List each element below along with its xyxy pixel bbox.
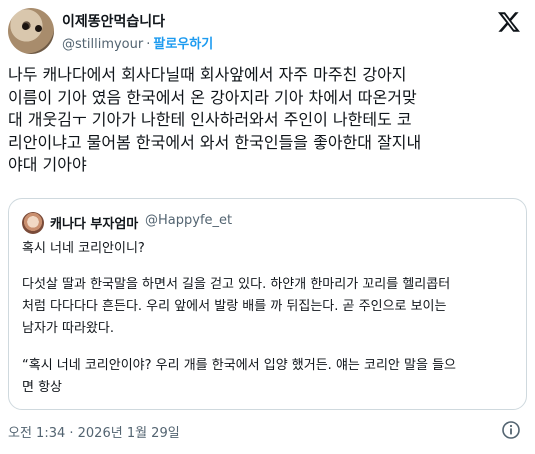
quoted-line: 면 항상 <box>22 380 63 395</box>
author-handle[interactable]: @stillimyour <box>62 37 143 52</box>
x-logo-icon[interactable] <box>497 10 521 34</box>
avatar-eye <box>22 23 29 30</box>
quoted-author-avatar <box>22 212 44 234</box>
author-avatar[interactable] <box>8 8 54 54</box>
tweet-header: 이제똥안먹습니다 @stillimyour · 팔로우하기 <box>8 8 527 56</box>
tweet-footer: 오전 1:34 · 2026년 1월 29일 <box>8 420 527 442</box>
tweet-line: 이름이 기아 였음 한국에서 온 강아지라 기아 차에서 따온거맞 <box>8 87 417 107</box>
tweet-line: 리안이냐고 물어봄 한국에서 와서 한국인들을 좋아한대 잘지내 <box>8 132 422 152</box>
info-icon[interactable] <box>501 420 521 440</box>
tweet-line: 야대 기아야 <box>8 155 87 174</box>
avatar-eye <box>35 25 42 32</box>
quoted-line: “혹시 너네 코리안이야? 우리 개를 한국에서 입양 했거든. 얘는 코리안 … <box>22 358 456 373</box>
quoted-line: 혹시 너네 코리안이니? <box>22 241 145 256</box>
quoted-line: 다섯살 딸과 한국말을 하면서 길을 걷고 있다. 하얀개 한마리가 꼬리를 헬… <box>22 277 451 292</box>
author-name[interactable]: 이제똥안먹습니다 <box>62 11 165 31</box>
quoted-line: 처럼 다다다다 흔든다. 우리 앞에서 발랑 배를 까 뒤집는다. 곧 주인으로… <box>22 299 447 314</box>
quoted-line: 남자가 따라왔다. <box>22 321 114 336</box>
quoted-author-handle: @Happyfe_et <box>145 213 233 228</box>
author-meta: @stillimyour · 팔로우하기 <box>62 33 213 52</box>
quoted-author-name: 캐나다 부자엄마 <box>50 217 139 232</box>
timestamp[interactable]: 오전 1:34 · 2026년 1월 29일 <box>8 422 180 441</box>
quoted-tweet[interactable]: 캐나다 부자엄마 @Happyfe_et 혹시 너네 코리안이니? 다섯살 딸과… <box>8 198 527 410</box>
tweet-text: 나두 캐나다에서 회사다닐때 회사앞에서 자주 마주친 강아지 이름이 기아 였… <box>8 64 527 177</box>
follow-button[interactable]: 팔로우하기 <box>153 37 213 52</box>
separator-dot: · <box>146 37 151 52</box>
tweet-line: 대 개웃김ㅜ 기아가 나한테 인사하러와서 주인이 나한테도 코 <box>8 110 412 129</box>
tweet-line: 나두 캐나다에서 회사다닐때 회사앞에서 자주 마주친 강아지 <box>8 65 407 84</box>
